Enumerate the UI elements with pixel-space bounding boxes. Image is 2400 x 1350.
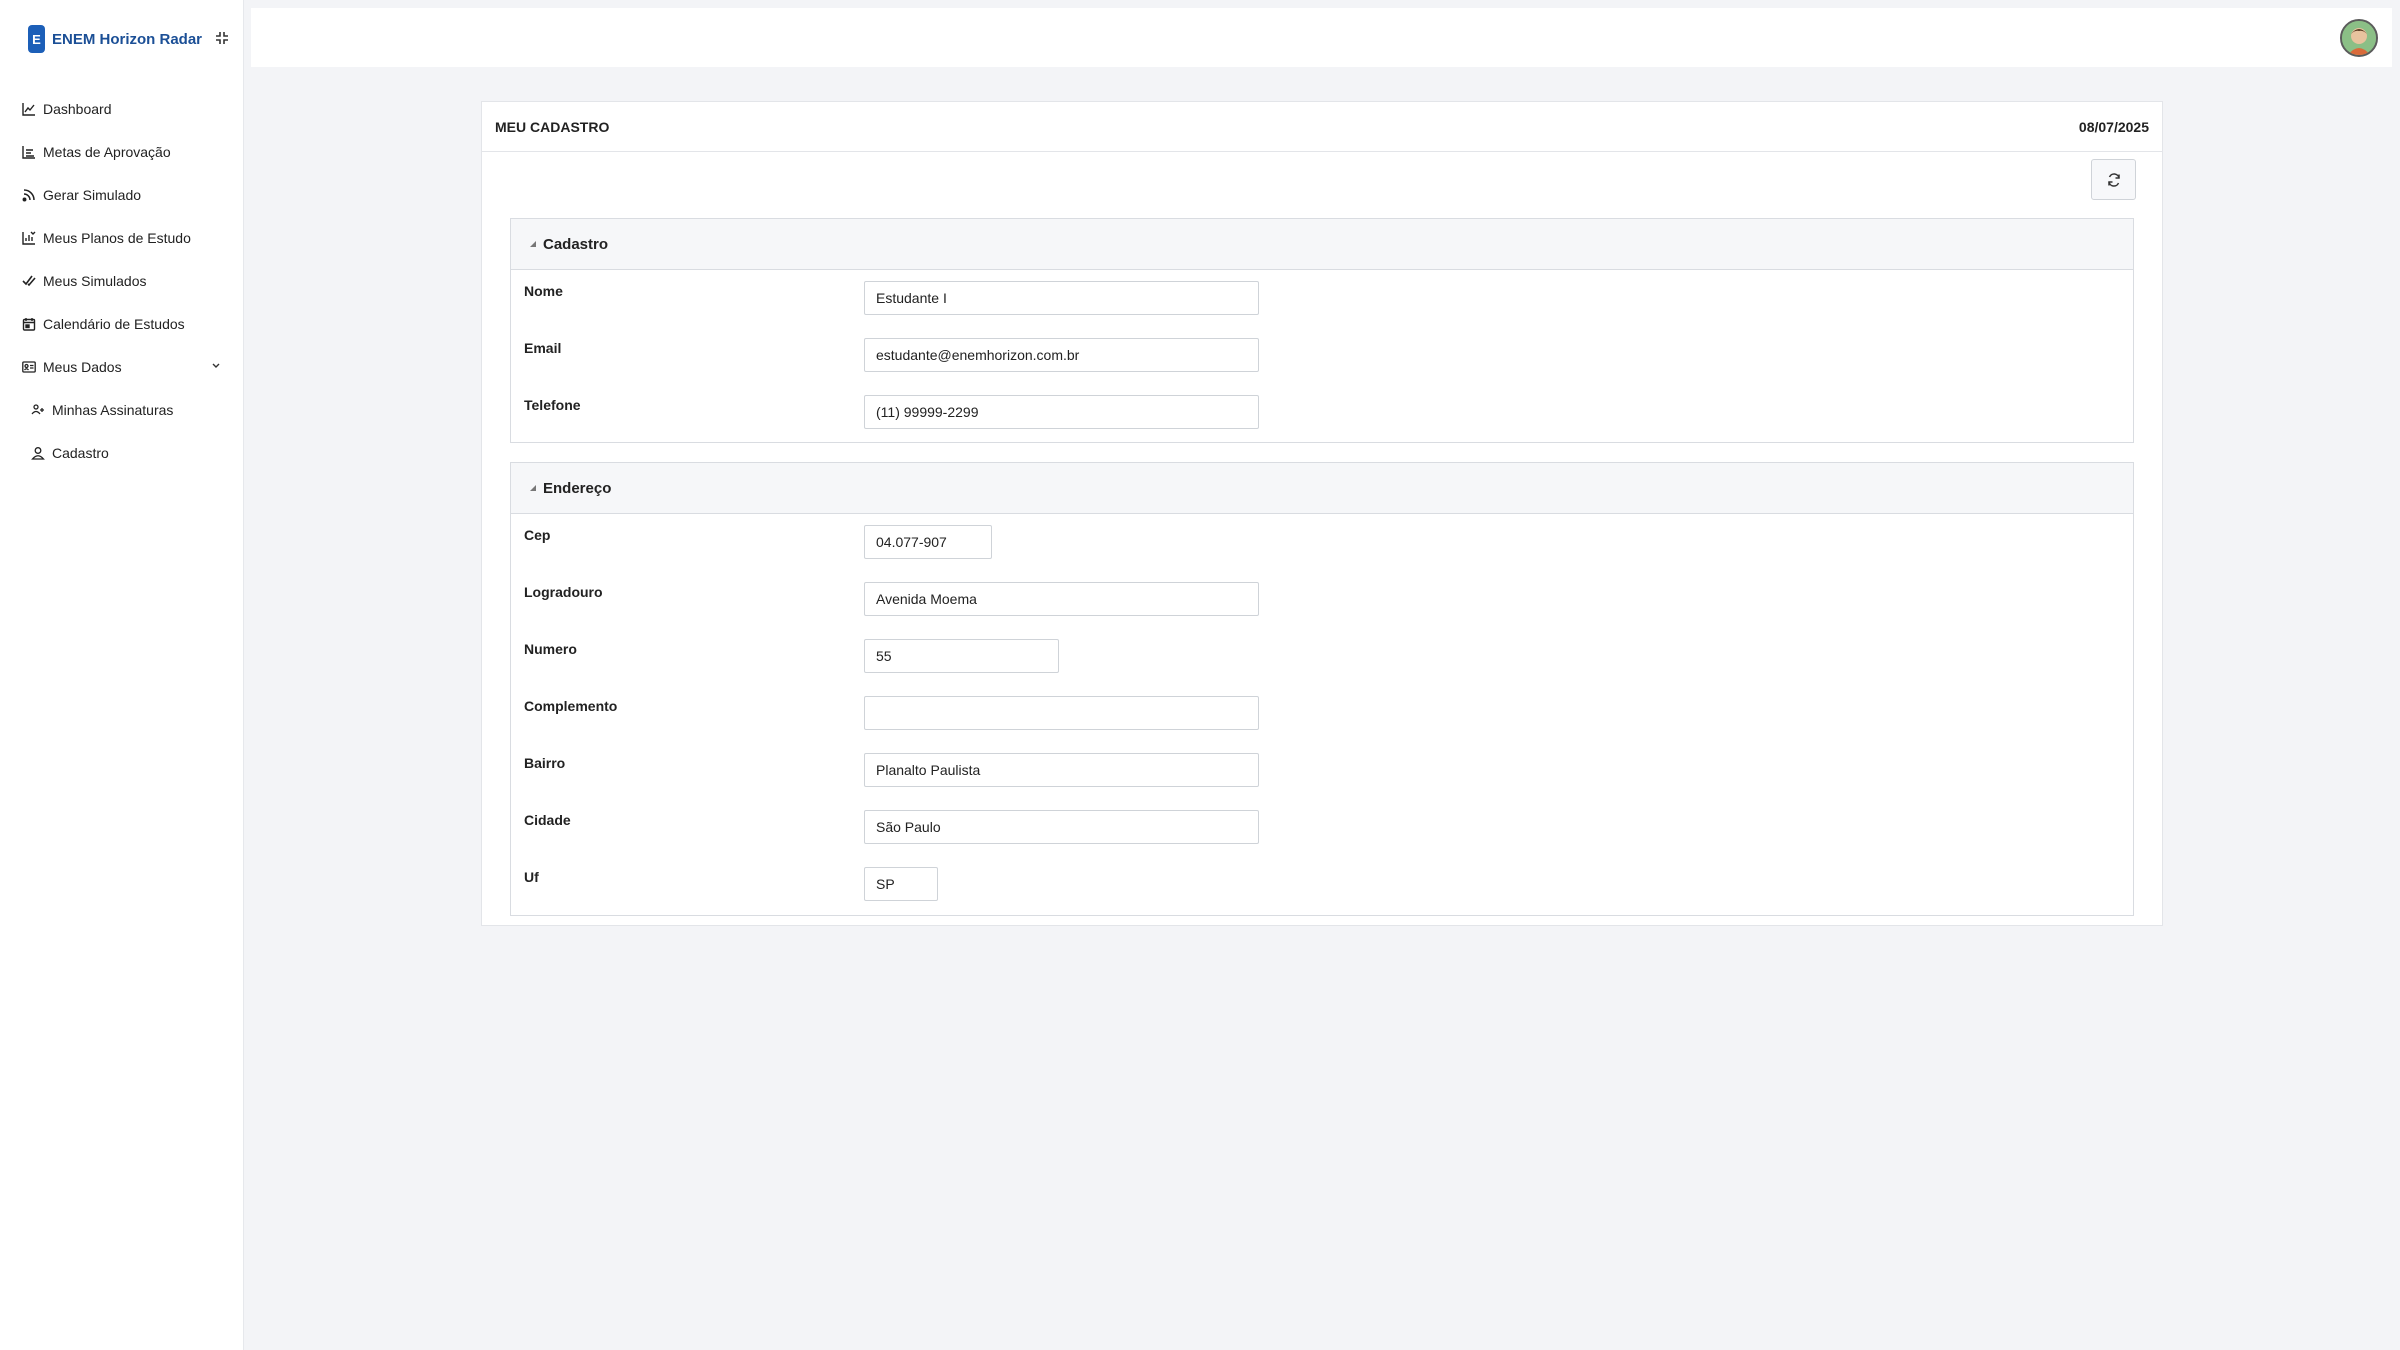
rss-icon (21, 187, 37, 203)
brand-badge: E (28, 25, 45, 53)
sidebar-item-label: Meus Planos de Estudo (43, 229, 191, 246)
endereco-panel-header[interactable]: Endereço (511, 463, 2133, 514)
current-date: 08/07/2025 (2078, 118, 2149, 135)
cadastro-panel: Cadastro Nome Email Telefone (510, 218, 2134, 443)
top-bar (251, 8, 2392, 67)
brand-name: ENEM Horizon Radar (52, 30, 203, 48)
form-row-complemento: Complemento (511, 685, 2133, 742)
telefone-label: Telefone (524, 397, 581, 413)
card-header: MEU CADASTRO 08/07/2025 (482, 102, 2162, 152)
endereco-panel-title: Endereço (543, 479, 612, 497)
nome-input[interactable] (864, 281, 1259, 315)
page-title: MEU CADASTRO (495, 118, 610, 135)
user-icon (30, 445, 46, 461)
email-label: Email (524, 340, 562, 356)
sidebar-item-label: Dashboard (43, 100, 112, 117)
id-card-icon (21, 359, 37, 375)
email-input[interactable] (864, 338, 1259, 372)
sidebar-item-meus-dados[interactable]: Meus Dados (0, 345, 244, 388)
uf-input[interactable] (864, 867, 938, 901)
brand-logo[interactable]: E ENEM Horizon Radar (28, 24, 202, 54)
sidebar-item-label: Minhas Assinaturas (52, 401, 174, 418)
logradouro-label: Logradouro (524, 584, 603, 600)
collapse-triangle-icon (529, 484, 537, 492)
sidebar-item-planos[interactable]: Meus Planos de Estudo (0, 216, 244, 259)
logradouro-input[interactable] (864, 582, 1259, 616)
numero-input[interactable] (864, 639, 1059, 673)
bar-chart-icon (21, 144, 37, 160)
bairro-input[interactable] (864, 753, 1259, 787)
cadastro-panel-title: Cadastro (543, 235, 609, 253)
form-row-uf: Uf (511, 856, 2133, 913)
sidebar: E ENEM Horizon Radar Dashboard Metas de … (0, 0, 244, 1350)
sidebar-item-label: Cadastro (52, 444, 109, 461)
sidebar-item-label: Metas de Aprovação (43, 143, 171, 160)
collapse-sidebar-button[interactable] (212, 28, 232, 48)
sidebar-item-simulados[interactable]: Meus Simulados (0, 259, 244, 302)
sidebar-item-cadastro[interactable]: Cadastro (0, 431, 244, 474)
sidebar-item-label: Gerar Simulado (43, 186, 142, 203)
numero-label: Numero (524, 641, 577, 657)
sidebar-item-label: Meus Dados (43, 358, 122, 375)
sidebar-item-gerar-simulado[interactable]: Gerar Simulado (0, 173, 244, 216)
cep-input[interactable] (864, 525, 992, 559)
sidebar-item-label: Meus Simulados (43, 272, 147, 289)
form-row-bairro: Bairro (511, 742, 2133, 799)
sidebar-item-assinaturas[interactable]: Minhas Assinaturas (0, 388, 244, 431)
sidebar-nav: Dashboard Metas de Aprovação Gerar Simul… (0, 87, 244, 474)
cidade-label: Cidade (524, 812, 571, 828)
chevron-down-icon (210, 359, 222, 371)
plan-chart-icon (21, 230, 37, 246)
form-row-nome: Nome (511, 270, 2133, 327)
cep-label: Cep (524, 527, 551, 543)
form-row-numero: Numero (511, 628, 2133, 685)
avatar[interactable] (2340, 19, 2378, 57)
sidebar-item-calendario[interactable]: Calendário de Estudos (0, 302, 244, 345)
subscriptions-icon (30, 402, 46, 418)
endereco-panel: Endereço Cep Logradouro Numero Complemen… (510, 462, 2134, 916)
collapse-icon (216, 32, 228, 44)
sidebar-item-dashboard[interactable]: Dashboard (0, 87, 244, 130)
complemento-input[interactable] (864, 696, 1259, 730)
form-row-cidade: Cidade (511, 799, 2133, 856)
profile-card: MEU CADASTRO 08/07/2025 Cadastro Nome Em… (481, 101, 2163, 926)
cadastro-panel-header[interactable]: Cadastro (511, 219, 2133, 270)
refresh-button[interactable] (2091, 159, 2136, 200)
double-check-icon (21, 273, 37, 289)
collapse-triangle-icon (529, 240, 537, 248)
refresh-icon (2107, 172, 2120, 187)
calendar-icon (21, 316, 37, 332)
uf-label: Uf (524, 869, 539, 885)
line-chart-icon (21, 101, 37, 117)
nome-label: Nome (524, 283, 563, 299)
form-row-email: Email (511, 327, 2133, 384)
form-row-logradouro: Logradouro (511, 571, 2133, 628)
cidade-input[interactable] (864, 810, 1259, 844)
sidebar-item-metas[interactable]: Metas de Aprovação (0, 130, 244, 173)
complemento-label: Complemento (524, 698, 618, 714)
sidebar-item-label: Calendário de Estudos (43, 315, 185, 332)
form-row-cep: Cep (511, 514, 2133, 571)
bairro-label: Bairro (524, 755, 566, 771)
telefone-input[interactable] (864, 395, 1259, 429)
form-row-telefone: Telefone (511, 384, 2133, 441)
